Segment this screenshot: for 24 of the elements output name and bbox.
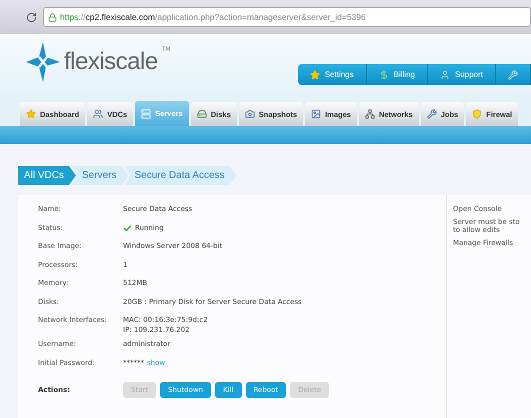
server-icon [141,108,152,118]
breadcrumb-item[interactable]: Secure Data Access [124,166,237,185]
breadcrumb-item[interactable]: Servers [72,166,128,185]
star-icon [26,109,36,119]
reload-icon[interactable] [26,12,37,22]
nav-link[interactable]: Billing [366,64,428,85]
users-icon [93,109,104,119]
network-icon [364,109,375,119]
wrench-icon [426,109,437,119]
person-icon [440,70,450,80]
image-icon [311,109,322,119]
nav-link[interactable]: Support [428,64,496,85]
camera-icon [244,109,255,119]
address-field[interactable]: https://cp2.flexiscale.com/application.php?action=manageserver&server_id=5396 [43,7,531,27]
nav-link[interactable]: Settings [298,64,367,85]
lock-icon [48,12,57,22]
breadcrumb-item[interactable]: All VDCs [18,166,76,185]
shield-icon [472,109,482,119]
wrench-icon [508,70,518,80]
logo-icon [26,42,60,82]
money-icon [378,70,389,80]
check-icon [123,224,132,232]
logo-text: flexiscale [64,48,158,76]
star-icon [310,70,320,80]
